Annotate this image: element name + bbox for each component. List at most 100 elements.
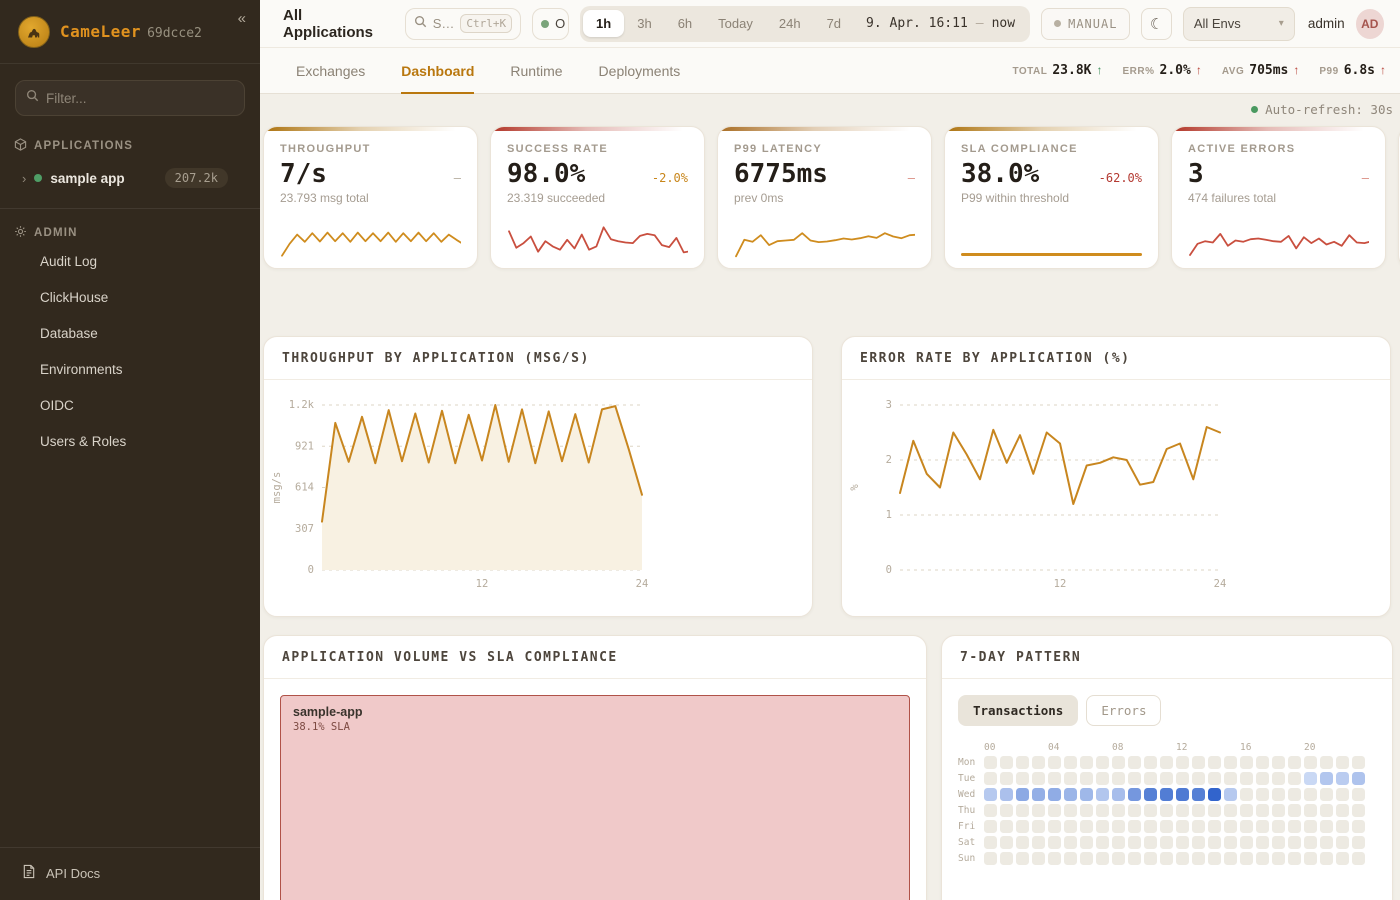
heatmap-cell: [1224, 756, 1237, 769]
sidebar-item-oidc[interactable]: OIDC: [0, 391, 260, 421]
time-range-today[interactable]: Today: [705, 10, 766, 37]
heatmap-cell: [1352, 836, 1365, 849]
heatmap-cell: [1080, 836, 1093, 849]
heatmap-toggle-errors[interactable]: Errors: [1086, 695, 1161, 726]
sidebar-item-database[interactable]: Database: [0, 319, 260, 349]
heatmap-cell: [1272, 772, 1285, 785]
global-search-box[interactable]: S… Ctrl+K: [405, 8, 521, 40]
heatmap-day-label: Tue: [958, 773, 984, 784]
heatmap-cell: [1096, 772, 1109, 785]
app-name: CameLeer: [60, 22, 141, 41]
search-icon: [26, 89, 39, 107]
kpi-delta: –: [908, 171, 915, 185]
heatmap-day-label: Thu: [958, 805, 984, 816]
heatmap-cell: [1192, 820, 1205, 833]
stat-total: TOTAL23.8K↑: [1012, 63, 1102, 78]
svg-text:0: 0: [308, 564, 314, 576]
heatmap-hour-label: 04: [1048, 742, 1061, 753]
collapse-sidebar-button[interactable]: «: [238, 0, 246, 27]
tab-exchanges[interactable]: Exchanges: [296, 48, 365, 93]
sparkline: [734, 220, 915, 260]
heatmap-cell: [1096, 836, 1109, 849]
time-range-24h[interactable]: 24h: [766, 10, 814, 37]
heatmap-cell: [1288, 852, 1301, 865]
heatmap-cell: [1112, 804, 1125, 817]
treemap-cell-sample-app[interactable]: sample-app 38.1% SLA: [280, 695, 910, 900]
heatmap-cell: [1176, 804, 1189, 817]
app-item-count-badge: 207.2k: [165, 168, 228, 188]
sidebar-item-clickhouse[interactable]: ClickHouse: [0, 283, 260, 313]
avatar[interactable]: AD: [1356, 9, 1384, 39]
heatmap-cell: [1000, 788, 1013, 801]
kpi-card-sla-compliance: SLA COMPLIANCE38.0%-62.0%P99 within thre…: [944, 126, 1159, 269]
app-title: CameLeer69dcce2: [60, 22, 202, 42]
svg-text:1.2k: 1.2k: [289, 399, 315, 411]
heatmap-cell: [1176, 772, 1189, 785]
heatmap-cell: [1320, 756, 1333, 769]
refresh-status-dot: [1251, 106, 1258, 113]
heatmap-cell: [984, 788, 997, 801]
heatmap-cell: [1016, 756, 1029, 769]
kpi-delta: –: [1362, 171, 1369, 185]
heatmap-toggle-transactions[interactable]: Transactions: [958, 695, 1078, 726]
stat-value: 705ms: [1249, 63, 1288, 78]
heatmap-cell: [1112, 836, 1125, 849]
heatmap-cell: [1352, 756, 1365, 769]
heatmap-cell: [1352, 820, 1365, 833]
heatmap-cell: [1240, 852, 1253, 865]
kpi-card-p99-latency: P99 LATENCY6775ms–prev 0ms: [717, 126, 932, 269]
heatmap-cell: [1304, 836, 1317, 849]
kpi-label: ACTIVE ERRORS: [1188, 143, 1369, 155]
filter-box[interactable]: [15, 80, 245, 116]
manual-refresh-button[interactable]: MANUAL: [1041, 8, 1130, 40]
heatmap-cell: [1080, 756, 1093, 769]
svg-text:24: 24: [636, 578, 649, 590]
heatmap-cell: [1048, 836, 1061, 849]
heatmap-cell: [1032, 820, 1045, 833]
tab-runtime[interactable]: Runtime: [510, 48, 562, 93]
svg-text:1: 1: [886, 509, 892, 521]
heatmap-cell: [1320, 772, 1333, 785]
sparkline: [507, 220, 688, 260]
heatmap-cell: [1112, 772, 1125, 785]
heatmap-cell: [1352, 852, 1365, 865]
heatmap-cell: [1080, 852, 1093, 865]
heatmap-hour-label: 00: [984, 742, 997, 753]
heatmap-cell: [1048, 772, 1061, 785]
heatmap-cell: [1096, 820, 1109, 833]
heatmap-cell: [1144, 772, 1157, 785]
sidebar-item-audit-log[interactable]: Audit Log: [0, 247, 260, 277]
sidebar-item-users-roles[interactable]: Users & Roles: [0, 427, 260, 457]
tab-dashboard[interactable]: Dashboard: [401, 48, 474, 93]
heatmap-cell: [1144, 804, 1157, 817]
heatmap-cell: [1160, 820, 1173, 833]
heatmap-cell: [1112, 820, 1125, 833]
kpi-subtitle: P99 within threshold: [961, 191, 1142, 205]
treemap-cell-sla: 38.1% SLA: [293, 721, 897, 733]
stat-avg: AVG705ms↑: [1222, 63, 1300, 78]
time-range-1h[interactable]: 1h: [583, 10, 624, 37]
heatmap-cell: [1016, 820, 1029, 833]
admin-section-label: ADMIN: [34, 227, 78, 239]
kpi-cards-row: THROUGHPUT7/s–23.793 msg totalSUCCESS RA…: [263, 126, 1393, 269]
heatmap-cell: [1128, 756, 1141, 769]
tab-deployments[interactable]: Deployments: [599, 48, 681, 93]
time-range-3h[interactable]: 3h: [624, 10, 664, 37]
heatmap-cell: [1000, 804, 1013, 817]
filter-input[interactable]: [46, 91, 234, 106]
heatmap-cell: [1064, 836, 1077, 849]
heatmap-toggle-group: Transactions Errors: [958, 695, 1392, 726]
sidebar-item-environments[interactable]: Environments: [0, 355, 260, 385]
heatmap-cell: [1144, 820, 1157, 833]
time-range-7d[interactable]: 7d: [814, 10, 854, 37]
sidebar-item-api-docs[interactable]: API Docs: [0, 847, 260, 900]
heatmap-cell: [1224, 820, 1237, 833]
time-range-6h[interactable]: 6h: [665, 10, 705, 37]
chevron-right-icon[interactable]: ›: [22, 171, 26, 186]
heatmap-cell: [1112, 756, 1125, 769]
connection-status-pill[interactable]: O: [532, 8, 569, 40]
environment-select[interactable]: All Envs ▾: [1183, 7, 1295, 41]
heatmap-cell: [1128, 820, 1141, 833]
dark-mode-toggle[interactable]: ☾: [1141, 8, 1171, 40]
sidebar-item-sample-app[interactable]: › sample app 207.2k: [0, 160, 260, 196]
